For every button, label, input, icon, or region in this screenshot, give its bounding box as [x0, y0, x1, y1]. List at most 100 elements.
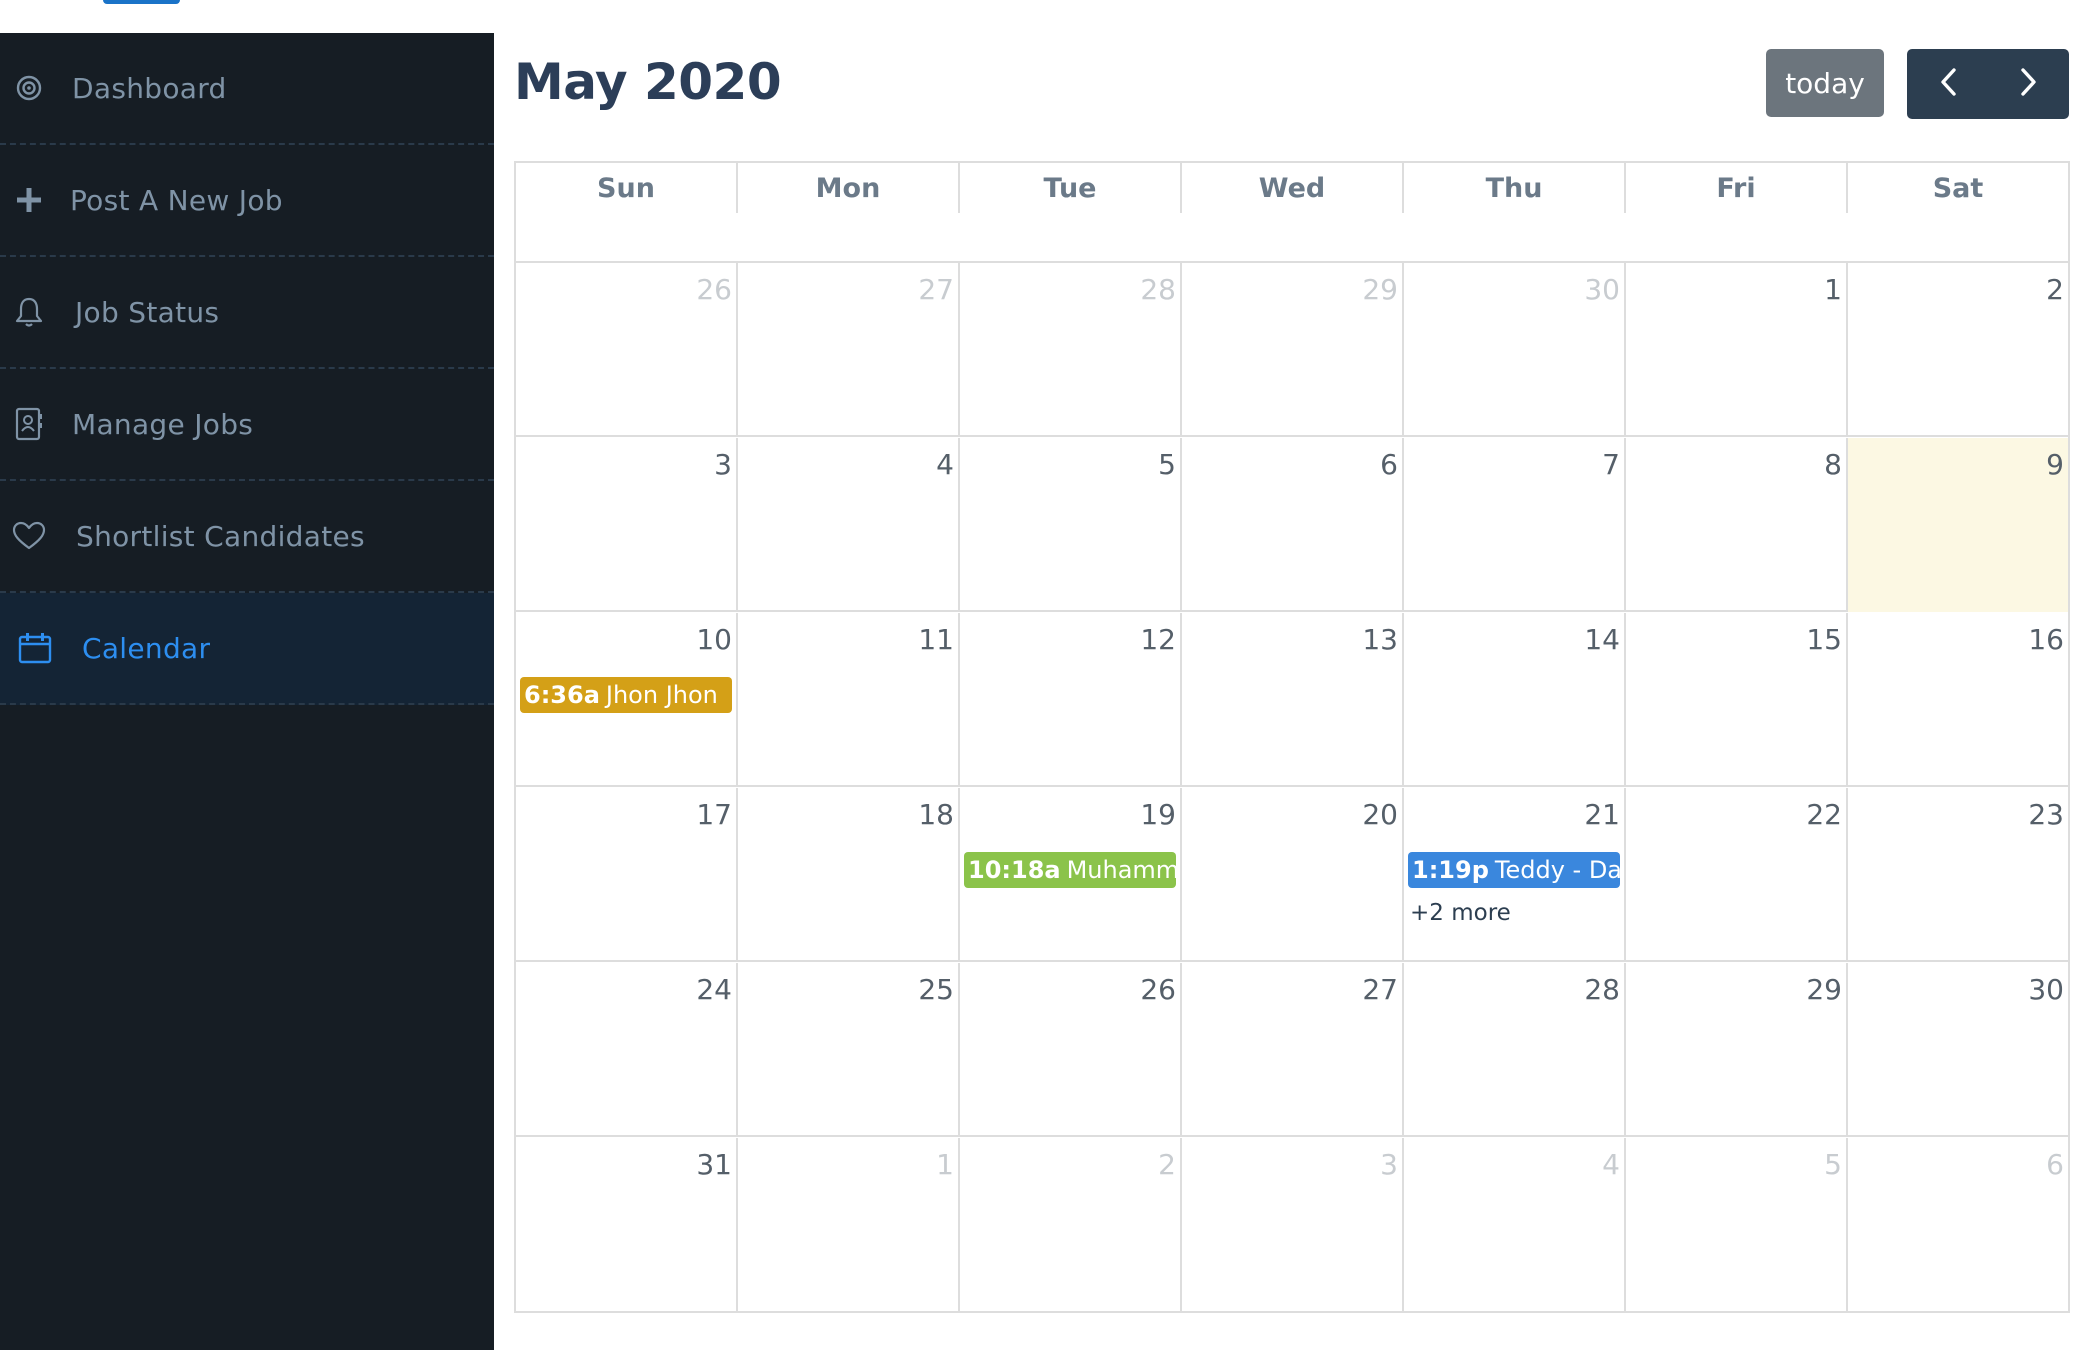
day-cell[interactable]: 29 — [1182, 263, 1404, 437]
weekday-thu: Thu — [1404, 163, 1626, 213]
sidebar-item-shortlist[interactable]: Shortlist Candidates — [0, 481, 494, 593]
day-cell[interactable]: 21 1:19pTeddy - Data +2 more — [1404, 788, 1626, 962]
day-cell[interactable]: 27 — [738, 263, 960, 437]
day-cell[interactable]: 10 6:36a Jhon Jhon — [516, 613, 738, 787]
day-number: 13 — [1362, 623, 1398, 656]
day-cell[interactable]: 18 — [738, 788, 960, 962]
day-cell[interactable]: 12 — [960, 613, 1182, 787]
calendar-icon — [18, 631, 52, 665]
sidebar-item-calendar[interactable]: Calendar — [0, 593, 494, 705]
day-cell[interactable]: 27 — [1182, 963, 1404, 1137]
sidebar-item-dashboard[interactable]: Dashboard — [0, 33, 494, 145]
day-cell[interactable]: 30 — [1404, 263, 1626, 437]
day-cell[interactable]: 29 — [1626, 963, 1848, 1137]
day-cell[interactable]: 3 — [1182, 1138, 1404, 1312]
day-cell[interactable]: 15 — [1626, 613, 1848, 787]
day-cell[interactable]: 5 — [1626, 1138, 1848, 1312]
day-cell[interactable]: 30 — [1848, 963, 2068, 1137]
day-cell[interactable]: 13 — [1182, 613, 1404, 787]
chevron-right-icon — [2019, 67, 2039, 101]
more-events-link[interactable]: +2 more — [1410, 900, 1511, 926]
calendar-event[interactable]: 1:19pTeddy - Data — [1408, 852, 1620, 888]
day-cell[interactable]: 24 — [516, 963, 738, 1137]
calendar-event[interactable]: 6:36a Jhon Jhon — [520, 677, 732, 713]
today-cell[interactable]: 9 — [1848, 438, 2068, 612]
day-number: 3 — [714, 448, 732, 481]
day-cell[interactable]: 20 — [1182, 788, 1404, 962]
day-cell[interactable]: 17 — [516, 788, 738, 962]
event-title: Teddy - Data — [1494, 856, 1620, 884]
day-cell[interactable]: 4 — [738, 438, 960, 612]
day-number: 2 — [1158, 1148, 1176, 1181]
day-number: 15 — [1806, 623, 1842, 656]
day-number: 8 — [1824, 448, 1842, 481]
sidebar-item-post-job[interactable]: Post A New Job — [0, 145, 494, 257]
day-cell[interactable]: 19 10:18aMuhammad — [960, 788, 1182, 962]
prev-month-button[interactable] — [1907, 49, 1988, 119]
day-number: 27 — [918, 273, 954, 306]
day-cell[interactable]: 25 — [738, 963, 960, 1137]
sidebar-item-label: Calendar — [82, 631, 211, 665]
day-cell[interactable]: 6 — [1848, 1138, 2068, 1312]
day-number: 26 — [1140, 973, 1176, 1006]
day-number: 31 — [696, 1148, 732, 1181]
day-cell[interactable]: 28 — [1404, 963, 1626, 1137]
day-number: 30 — [1584, 273, 1620, 306]
day-number: 28 — [1140, 273, 1176, 306]
event-time: 1:19p — [1412, 856, 1489, 884]
day-cell[interactable]: 3 — [516, 438, 738, 612]
sidebar-item-manage-jobs[interactable]: Manage Jobs — [0, 369, 494, 481]
event-time: 6:36a — [524, 681, 600, 709]
day-number: 6 — [2046, 1148, 2064, 1181]
day-cell[interactable]: 26 — [960, 963, 1182, 1137]
day-cell[interactable]: 23 — [1848, 788, 2068, 962]
day-number: 5 — [1158, 448, 1176, 481]
event-title: Jhon Jhon — [605, 681, 718, 709]
sidebar: Dashboard Post A New Job Job Status Mana… — [0, 33, 494, 1350]
week-row: 3 4 5 6 7 8 9 — [516, 438, 2068, 612]
day-number: 21 — [1584, 798, 1620, 831]
day-cell[interactable]: 8 — [1626, 438, 1848, 612]
day-cell[interactable]: 1 — [1626, 263, 1848, 437]
day-number: 5 — [1824, 1148, 1842, 1181]
plus-icon — [12, 183, 46, 217]
sidebar-item-label: Shortlist Candidates — [76, 519, 365, 553]
sidebar-item-job-status[interactable]: Job Status — [0, 257, 494, 369]
week-row: 17 18 19 10:18aMuhammad 20 21 1:19pTeddy… — [516, 788, 2068, 962]
event-title: Muhammad — [1066, 856, 1176, 884]
day-cell[interactable]: 11 — [738, 613, 960, 787]
day-cell[interactable]: 6 — [1182, 438, 1404, 612]
day-number: 9 — [2046, 448, 2064, 481]
day-cell[interactable]: 1 — [738, 1138, 960, 1312]
day-cell[interactable]: 2 — [960, 1138, 1182, 1312]
day-number: 24 — [696, 973, 732, 1006]
day-cell[interactable]: 28 — [960, 263, 1182, 437]
weekday-header: Sun Mon Tue Wed Thu Fri Sat — [516, 163, 2068, 263]
day-cell[interactable]: 4 — [1404, 1138, 1626, 1312]
day-number: 28 — [1584, 973, 1620, 1006]
day-cell[interactable]: 31 — [516, 1138, 738, 1312]
next-month-button[interactable] — [1988, 49, 2069, 119]
day-number: 1 — [1824, 273, 1842, 306]
today-button[interactable]: today — [1766, 49, 1884, 117]
day-number: 4 — [936, 448, 954, 481]
day-cell[interactable]: 14 — [1404, 613, 1626, 787]
day-cell[interactable]: 22 — [1626, 788, 1848, 962]
day-cell[interactable]: 2 — [1848, 263, 2068, 437]
day-number: 20 — [1362, 798, 1398, 831]
event-time: 10:18a — [968, 856, 1061, 884]
sidebar-item-label: Dashboard — [72, 71, 227, 105]
day-cell[interactable]: 16 — [1848, 613, 2068, 787]
day-number: 19 — [1140, 798, 1176, 831]
day-number: 27 — [1362, 973, 1398, 1006]
day-cell[interactable]: 5 — [960, 438, 1182, 612]
calendar-event[interactable]: 10:18aMuhammad — [964, 852, 1176, 888]
top-bar — [0, 0, 2100, 33]
weekday-tue: Tue — [960, 163, 1182, 213]
day-number: 16 — [2028, 623, 2064, 656]
top-bar-tab-indicator[interactable] — [103, 0, 180, 4]
day-cell[interactable]: 26 — [516, 263, 738, 437]
day-cell[interactable]: 7 — [1404, 438, 1626, 612]
day-number: 18 — [918, 798, 954, 831]
day-number: 14 — [1584, 623, 1620, 656]
